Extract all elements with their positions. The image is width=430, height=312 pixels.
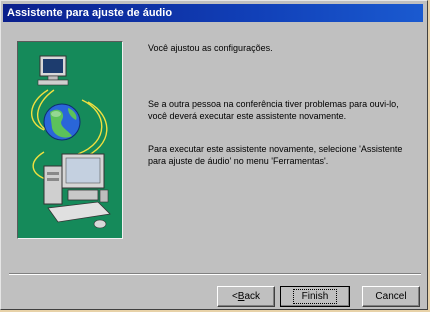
wizard-illustration: [17, 41, 123, 239]
button-separator: [9, 273, 421, 275]
finish-button[interactable]: Finish: [280, 286, 350, 307]
title-bar[interactable]: Assistente para ajuste de áudio: [3, 4, 423, 22]
cancel-button[interactable]: Cancel: [362, 286, 420, 307]
rerun-instructions: Se a outra pessoa na conferência tiver p…: [148, 99, 399, 121]
globe-icon: [43, 103, 81, 141]
monitor-icon: [37, 55, 69, 86]
window-title: Assistente para ajuste de áudio: [7, 7, 173, 19]
back-button-label: ack: [244, 291, 261, 302]
menu-instructions: Para executar este assistente novamente,…: [148, 144, 403, 166]
computer-icon: [43, 153, 111, 229]
wizard-dialog: Assistente para ajuste de áudio Você aju…: [0, 0, 428, 310]
back-button-accelerator: B: [237, 291, 245, 302]
cancel-button-label: Cancel: [375, 291, 407, 302]
finish-button-label: Finish: [292, 289, 338, 304]
back-button[interactable]: < Back: [217, 286, 275, 307]
summary-heading: Você ajustou as configurações.: [148, 43, 273, 53]
